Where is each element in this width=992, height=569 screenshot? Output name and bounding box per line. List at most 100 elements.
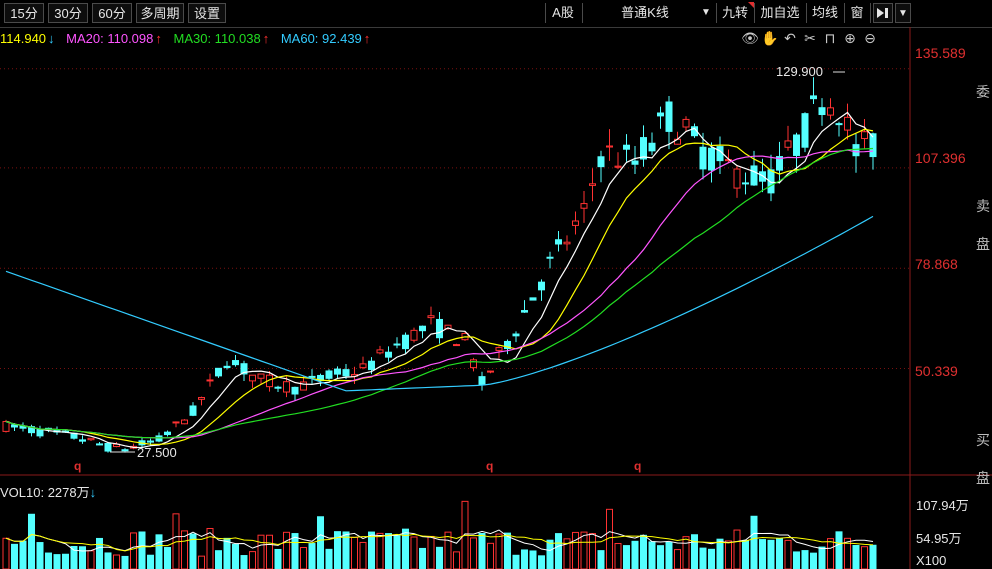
average-line-button[interactable]: 均线 (809, 3, 841, 23)
nine-turn-button[interactable]: 九转 (719, 3, 751, 23)
order-book-sell-label: 委 (976, 84, 990, 100)
candle-body (223, 365, 231, 369)
settings-button[interactable]: 设置 (188, 3, 226, 23)
candle-body (257, 373, 265, 379)
candle-body (368, 360, 375, 371)
volume-axis-label: 107.94万 (916, 498, 969, 513)
volume-bar (368, 531, 375, 569)
candle-body (87, 437, 95, 441)
toolbar-divider (582, 3, 583, 23)
volume-bar (96, 537, 103, 569)
price-label: 78.868 (915, 256, 958, 272)
volume-bar (410, 536, 418, 569)
volume-bar (776, 538, 783, 569)
volume-bar (130, 532, 137, 569)
volume-bar (351, 536, 358, 569)
hand-icon[interactable]: ✋ (760, 30, 780, 47)
candle-body (597, 156, 605, 168)
candle-body (572, 220, 579, 226)
candle-body (393, 343, 401, 346)
volume-arrow: ↓ (89, 485, 97, 500)
toolbar-divider (806, 3, 807, 23)
toolbar-divider (754, 3, 755, 23)
volume-bar (555, 533, 562, 569)
candle-body (436, 318, 443, 339)
volume-bar (385, 533, 392, 569)
toolbar-divider (870, 3, 871, 23)
volume-bar (453, 551, 460, 569)
candle-body (427, 315, 435, 319)
chevron-down-icon[interactable]: ▼ (698, 3, 714, 23)
candle-body (733, 168, 741, 189)
kline-type-select[interactable]: 普通K线 (610, 3, 680, 23)
candle-body (172, 421, 180, 424)
multi-period-button[interactable]: 多周期 (136, 3, 184, 23)
volume-bar (359, 541, 367, 569)
candle-body (844, 116, 851, 131)
high-price-annotation: 129.900 (776, 64, 823, 79)
candle-body (478, 376, 486, 386)
window-button[interactable]: 窗 (847, 3, 867, 23)
volume-bar (597, 550, 605, 569)
period-30min-button[interactable]: 30分 (48, 3, 88, 23)
candle-body (147, 440, 154, 443)
ma60-line (5, 215, 874, 392)
volume-bar (19, 540, 27, 569)
volume-bar (419, 547, 426, 569)
volume-bar (198, 555, 205, 569)
zoom-out-icon[interactable]: ⊖ (860, 30, 880, 47)
more-dropdown-icon[interactable]: ▼ (895, 3, 911, 23)
eye-icon[interactable]: 👁 (740, 30, 760, 47)
order-book-buy-label: 买 (976, 432, 990, 448)
volume-bar (274, 548, 282, 569)
market-a-share-button[interactable]: A股 (550, 3, 576, 23)
undo-icon[interactable]: ↶ (780, 30, 800, 47)
volume-bar (470, 537, 477, 569)
ma30-value: MA30: 110.038 (173, 31, 261, 46)
candle-body (2, 420, 10, 432)
candle-body (657, 112, 664, 117)
candle-body (283, 381, 290, 393)
candle-body (580, 203, 588, 209)
volume-bar (53, 554, 61, 569)
ma20-arrow: ↑ (155, 31, 162, 46)
volume-bar (300, 547, 307, 569)
zoom-in-icon[interactable]: ⊕ (840, 30, 860, 47)
volume-bar (113, 554, 120, 569)
period-15min-button[interactable]: 15分 (4, 3, 44, 23)
kline-chart[interactable] (0, 27, 992, 569)
candle-body (759, 171, 766, 182)
volume-bar (45, 552, 52, 569)
volume-bar (767, 539, 775, 569)
volume-bar (376, 532, 384, 569)
candle-body (198, 397, 205, 400)
expand-panel-icon[interactable] (873, 3, 893, 23)
candle-body (546, 256, 554, 259)
candle-body (810, 95, 817, 100)
volume-bar (444, 531, 452, 569)
order-book-panel-label: 盘 (976, 236, 990, 252)
volume-bar (223, 537, 231, 569)
candle-body (818, 107, 826, 116)
period-60min-button[interactable]: 60分 (92, 3, 132, 23)
candle-body (555, 239, 562, 245)
candle-body (232, 360, 239, 366)
volume-bar (589, 533, 596, 569)
scissors-icon[interactable]: ✂ (800, 30, 820, 47)
volume-bar (28, 513, 35, 569)
volume-bar (104, 552, 112, 569)
add-watchlist-button[interactable]: 加自选 (757, 3, 803, 23)
volume-bar (121, 555, 129, 569)
volume-bar (36, 542, 44, 569)
chart-tools: 👁 ✋ ↶ ✂ ⊓ ⊕ ⊖ (740, 30, 880, 48)
candle-body (648, 142, 656, 152)
volume-bar (11, 543, 18, 569)
candle-body (750, 165, 758, 186)
candle-body (308, 375, 316, 378)
lock-icon[interactable]: ⊓ (820, 30, 840, 47)
volume-bar (215, 550, 222, 569)
candle-body (249, 374, 256, 382)
candle-body (181, 419, 188, 425)
price-label: 107.396 (915, 150, 966, 166)
candle-body (402, 334, 409, 350)
